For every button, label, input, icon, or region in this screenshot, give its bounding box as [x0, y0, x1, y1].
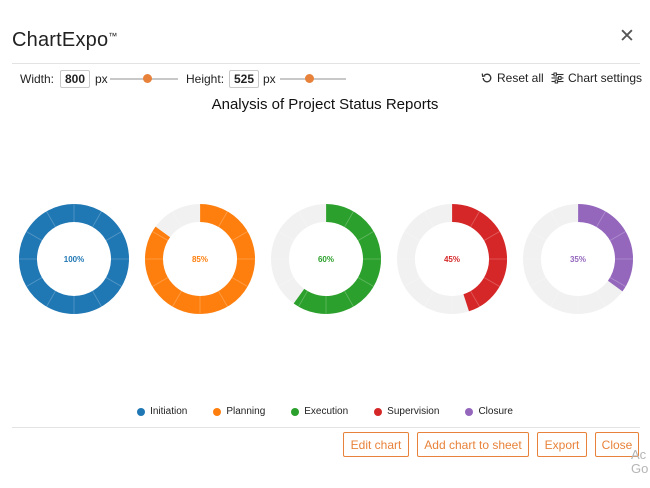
header-divider [12, 63, 640, 64]
legend-dot [137, 407, 146, 416]
legend-label: Initiation [150, 406, 188, 417]
trademark-symbol: ™ [108, 31, 118, 41]
reset-icon [481, 73, 492, 83]
legend-item-planning[interactable]: Planning [213, 406, 265, 417]
app-title-text: ChartExpo [12, 29, 109, 51]
close-icon[interactable]: ✕ [618, 27, 636, 46]
donut-closure: 35% [523, 204, 633, 314]
legend-item-supervision[interactable]: Supervision [374, 406, 439, 417]
legend-dot [213, 407, 222, 416]
donut-chart: 100% 85% 60% 45% 35% [19, 204, 633, 314]
legend-item-closure[interactable]: Closure [465, 406, 513, 417]
activate-windows-watermark: Ac Go [631, 448, 648, 476]
donut-initiation: 100% [19, 204, 129, 314]
donut-planning: 85% [145, 204, 255, 314]
sliders-icon [551, 72, 564, 84]
legend-item-execution[interactable]: Execution [291, 406, 348, 417]
chart-settings-button[interactable]: Chart settings [551, 71, 642, 85]
chart-title: Analysis of Project Status Reports [211, 96, 439, 113]
legend-dot [465, 407, 474, 416]
legend-label: Planning [226, 406, 266, 417]
footer-divider [12, 427, 640, 428]
height-unit: px [263, 72, 276, 86]
donut-supervision: 45% [397, 204, 507, 314]
donut-value-label: 60% [318, 255, 334, 264]
app-title: ChartExpo™ [12, 29, 118, 52]
donut-arc-execution[interactable] [293, 204, 381, 314]
donut-value-label: 85% [192, 255, 208, 264]
legend-dot [374, 407, 383, 416]
watermark-line-2: Go [631, 461, 649, 476]
add-chart-to-sheet-button[interactable]: Add chart to sheet [417, 432, 529, 457]
donut-value-label: 45% [444, 255, 460, 264]
donut-value-label: 100% [64, 255, 84, 264]
height-slider-thumb[interactable] [305, 74, 315, 83]
chart-settings-label: Chart settings [568, 71, 643, 85]
legend-label: Closure [478, 406, 513, 417]
legend-label: Supervision [387, 406, 440, 417]
donut-arc-closure[interactable] [577, 204, 633, 292]
donut-execution: 60% [271, 204, 381, 314]
export-button[interactable]: Export [537, 432, 587, 457]
chart-legend: Initiation Planning Execution Supervision Cl… [0, 406, 650, 417]
legend-item-initiation[interactable]: Initiation [137, 406, 187, 417]
reset-all-button[interactable]: Reset all [481, 71, 544, 85]
watermark-line-1: Ac [631, 447, 647, 462]
height-label: Height: [186, 72, 225, 86]
width-slider-thumb[interactable] [142, 74, 152, 83]
height-input[interactable]: 525 [229, 70, 259, 88]
width-input[interactable]: 800 [60, 70, 90, 88]
width-label: Width: [20, 72, 55, 86]
legend-label: Execution [304, 406, 349, 417]
reset-all-label: Reset all [497, 71, 544, 85]
width-unit: px [95, 72, 108, 86]
edit-chart-button[interactable]: Edit chart [343, 432, 409, 457]
donut-value-label: 35% [570, 255, 586, 264]
legend-dot [291, 407, 300, 416]
